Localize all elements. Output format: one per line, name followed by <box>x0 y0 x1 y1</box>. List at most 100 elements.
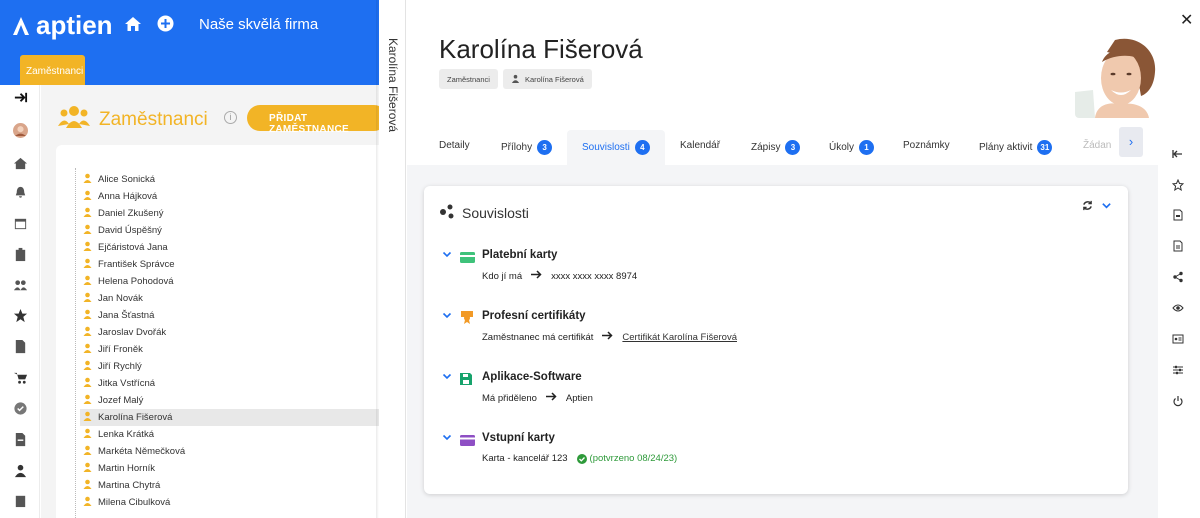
tabs-next-button[interactable]: › <box>1119 127 1143 157</box>
document-icon[interactable] <box>12 338 28 354</box>
task-board-icon[interactable] <box>12 492 28 508</box>
add-employee-button[interactable]: PŘIDAT ZAMĚSTNANCE <box>247 105 387 135</box>
relations-card-title: Souvislosti <box>462 205 529 221</box>
employee-list-item[interactable]: Martina Chytrá <box>80 477 380 494</box>
tab-label: Úkoly <box>829 142 855 153</box>
employee-name: Martina Chytrá <box>98 480 161 491</box>
employee-list-item[interactable]: Jiří Rychlý <box>80 358 380 375</box>
module-tab-employees[interactable]: Zaměstnanci <box>20 55 85 85</box>
relation-row: Zaměstnanec má certifikát Certifikát Karo… <box>482 331 737 343</box>
employee-list-item[interactable]: Daniel Zkušený <box>80 205 380 222</box>
section-title: Zaměstnanci <box>99 109 208 130</box>
employee-list-item[interactable]: Helena Pohodová <box>80 273 380 290</box>
star-icon[interactable] <box>12 307 28 323</box>
tab-label: Poznámky <box>903 140 950 151</box>
employee-list-item[interactable]: Jozef Malý <box>80 392 380 409</box>
relation-value: Aptien <box>565 392 593 404</box>
breadcrumb-employees[interactable]: Zaměstnanci <box>439 69 498 89</box>
person-icon <box>511 74 520 83</box>
close-icon[interactable]: ✕ <box>1180 10 1193 30</box>
breadcrumb-person[interactable]: Karolína Fišerová <box>503 69 592 89</box>
employee-name: Ejčáristová Jana <box>98 242 168 253</box>
relation-label: Má přiděleno <box>482 392 537 404</box>
person-icon <box>83 173 92 186</box>
employee-list-item[interactable]: Jiří Froněk <box>80 341 380 358</box>
relation-label: Karta - kancelář 123 <box>482 453 568 464</box>
home-icon[interactable] <box>124 15 142 38</box>
relation-title: Profesní certifikáty <box>482 310 586 322</box>
employee-name: Lenka Krátká <box>98 429 154 440</box>
people-icon[interactable] <box>12 277 28 293</box>
chevron-down-icon[interactable] <box>442 371 452 384</box>
tab-kalendář[interactable]: Kalendář <box>680 140 720 151</box>
person-icon <box>83 377 92 390</box>
calendar-icon[interactable] <box>12 215 28 231</box>
report-icon[interactable] <box>12 431 28 447</box>
tab-detaily[interactable]: Detaily <box>439 140 470 151</box>
tab-count-badge: 4 <box>634 140 650 155</box>
clipboard-icon[interactable] <box>12 246 28 262</box>
employee-list-item[interactable]: Jana Šťastná <box>80 307 380 324</box>
document-outline-icon[interactable] <box>1171 239 1185 253</box>
person-icon <box>83 190 92 203</box>
refresh-icon[interactable] <box>1082 200 1093 211</box>
tab-úkoly[interactable]: Úkoly 1 <box>829 140 875 155</box>
tab-poznámky[interactable]: Poznámky <box>903 140 950 151</box>
person-icon <box>83 292 92 305</box>
employee-name: Milena Cibulková <box>98 497 171 508</box>
employee-name: Jitka Vstřícná <box>98 378 156 389</box>
id-card-icon[interactable] <box>1171 332 1185 346</box>
employee-list-item[interactable]: David Úspěšný <box>80 222 380 239</box>
card-tools <box>1082 200 1112 211</box>
employee-name: Jaroslav Dvořák <box>98 327 167 338</box>
chevron-down-icon[interactable] <box>442 310 452 323</box>
employee-list-item[interactable]: Jaroslav Dvořák <box>80 324 380 341</box>
employee-list-item[interactable]: Jitka Vstřícná <box>80 375 380 392</box>
employee-list-item[interactable]: Martin Horník <box>80 460 380 477</box>
expand-menu-icon[interactable] <box>12 89 28 105</box>
employee-list-item[interactable]: Karolína Fišerová <box>80 409 380 426</box>
employee-list-item[interactable]: Anna Hájková <box>80 188 380 205</box>
certificate-link[interactable]: Certifikát Karolína Fišerová <box>622 332 737 343</box>
chevron-down-icon[interactable] <box>442 432 452 445</box>
employee-name: Alice Sonická <box>98 174 156 185</box>
employee-list-item[interactable]: František Správce <box>80 256 380 273</box>
eye-icon[interactable] <box>1171 301 1185 315</box>
tab-přílohy[interactable]: Přílohy 3 <box>501 140 553 155</box>
person-icon[interactable] <box>12 462 28 478</box>
logo[interactable]: aptien <box>8 10 113 41</box>
user-avatar[interactable] <box>9 119 31 141</box>
tab-plány-aktivit[interactable]: Plány aktivit 31 <box>979 140 1053 155</box>
tab-souvislosti[interactable]: Souvislosti 4 <box>582 140 650 155</box>
employee-list-item[interactable]: Ejčáristová Jana <box>80 239 380 256</box>
person-icon <box>83 343 92 356</box>
dashboard-icon[interactable] <box>12 155 28 171</box>
star-outline-icon[interactable] <box>1171 178 1185 192</box>
sliders-icon[interactable] <box>1171 363 1185 377</box>
chevron-down-icon[interactable] <box>442 249 452 262</box>
tab-label: Souvislosti <box>582 142 630 153</box>
tab-zápisy[interactable]: Zápisy 3 <box>751 140 801 155</box>
tab-žádan[interactable]: Žádan <box>1083 140 1111 151</box>
chevron-down-icon[interactable] <box>1101 200 1112 211</box>
person-icon <box>83 462 92 475</box>
check-circle-icon[interactable] <box>12 400 28 416</box>
add-circle-icon[interactable] <box>157 15 174 37</box>
employee-list-item[interactable]: Lenka Krátká <box>80 426 380 443</box>
pdf-icon[interactable] <box>1171 208 1185 222</box>
power-icon[interactable] <box>1171 394 1185 408</box>
employee-name: Jiří Froněk <box>98 344 143 355</box>
person-name: Karolína Fišerová <box>439 34 643 64</box>
employee-list-item[interactable]: Alice Sonická <box>80 171 380 188</box>
employee-list-item[interactable]: Jan Novák <box>80 290 380 307</box>
relation-label: Zaměstnanec má certifikát <box>482 331 594 343</box>
relation-value: (potvrzeno 08/24/23) <box>589 453 678 464</box>
collapse-left-icon[interactable] <box>1171 147 1185 161</box>
info-icon[interactable]: i <box>224 111 237 124</box>
company-name[interactable]: Naše skvělá firma <box>199 16 318 33</box>
employee-list-item[interactable]: Milena Cibulková <box>80 494 380 511</box>
share-icon[interactable] <box>1171 270 1185 284</box>
employee-list-item[interactable]: Markéta Němečková <box>80 443 380 460</box>
cart-icon[interactable] <box>12 369 28 385</box>
bell-icon[interactable] <box>12 184 28 200</box>
